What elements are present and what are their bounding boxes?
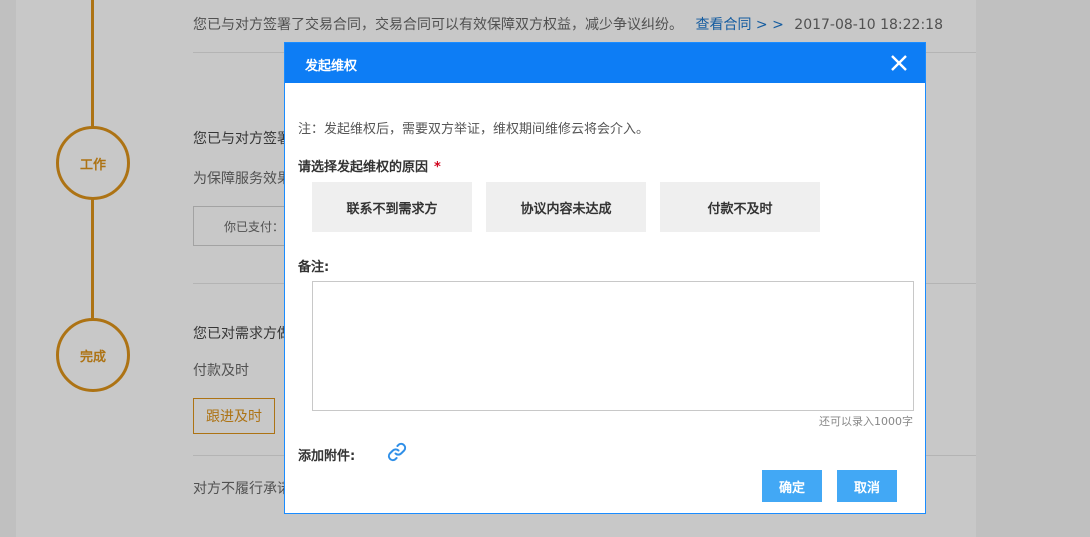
dispute-note: 注：发起维权后，需要双方举证，维权期间维修云将会介入。 — [298, 122, 650, 137]
modal-title: 发起维权 — [305, 59, 358, 74]
remark-label: 备注: — [298, 260, 330, 275]
reason-option-agreement-unmet[interactable]: 协议内容未达成 — [486, 182, 646, 232]
reason-option-late-payment[interactable]: 付款不及时 — [660, 182, 820, 232]
dispute-modal: 发起维权 注：发起维权后，需要双方举证，维权期间维修云将会介入。 请选择发起维权… — [284, 42, 926, 514]
remark-textarea[interactable] — [312, 281, 914, 411]
required-mark: * — [434, 160, 441, 175]
cancel-button[interactable]: 取消 — [837, 470, 897, 502]
close-icon[interactable] — [889, 53, 909, 73]
char-counter: 还可以录入1000字 — [819, 415, 913, 428]
modal-header: 发起维权 — [285, 43, 925, 83]
reason-label-row: 请选择发起维权的原因 * — [298, 156, 441, 175]
reason-option-unreachable[interactable]: 联系不到需求方 — [312, 182, 472, 232]
confirm-button[interactable]: 确定 — [762, 470, 822, 502]
attach-label: 添加附件: — [298, 449, 356, 464]
link-icon[interactable] — [385, 440, 409, 464]
reason-label: 请选择发起维权的原因 — [298, 160, 429, 175]
